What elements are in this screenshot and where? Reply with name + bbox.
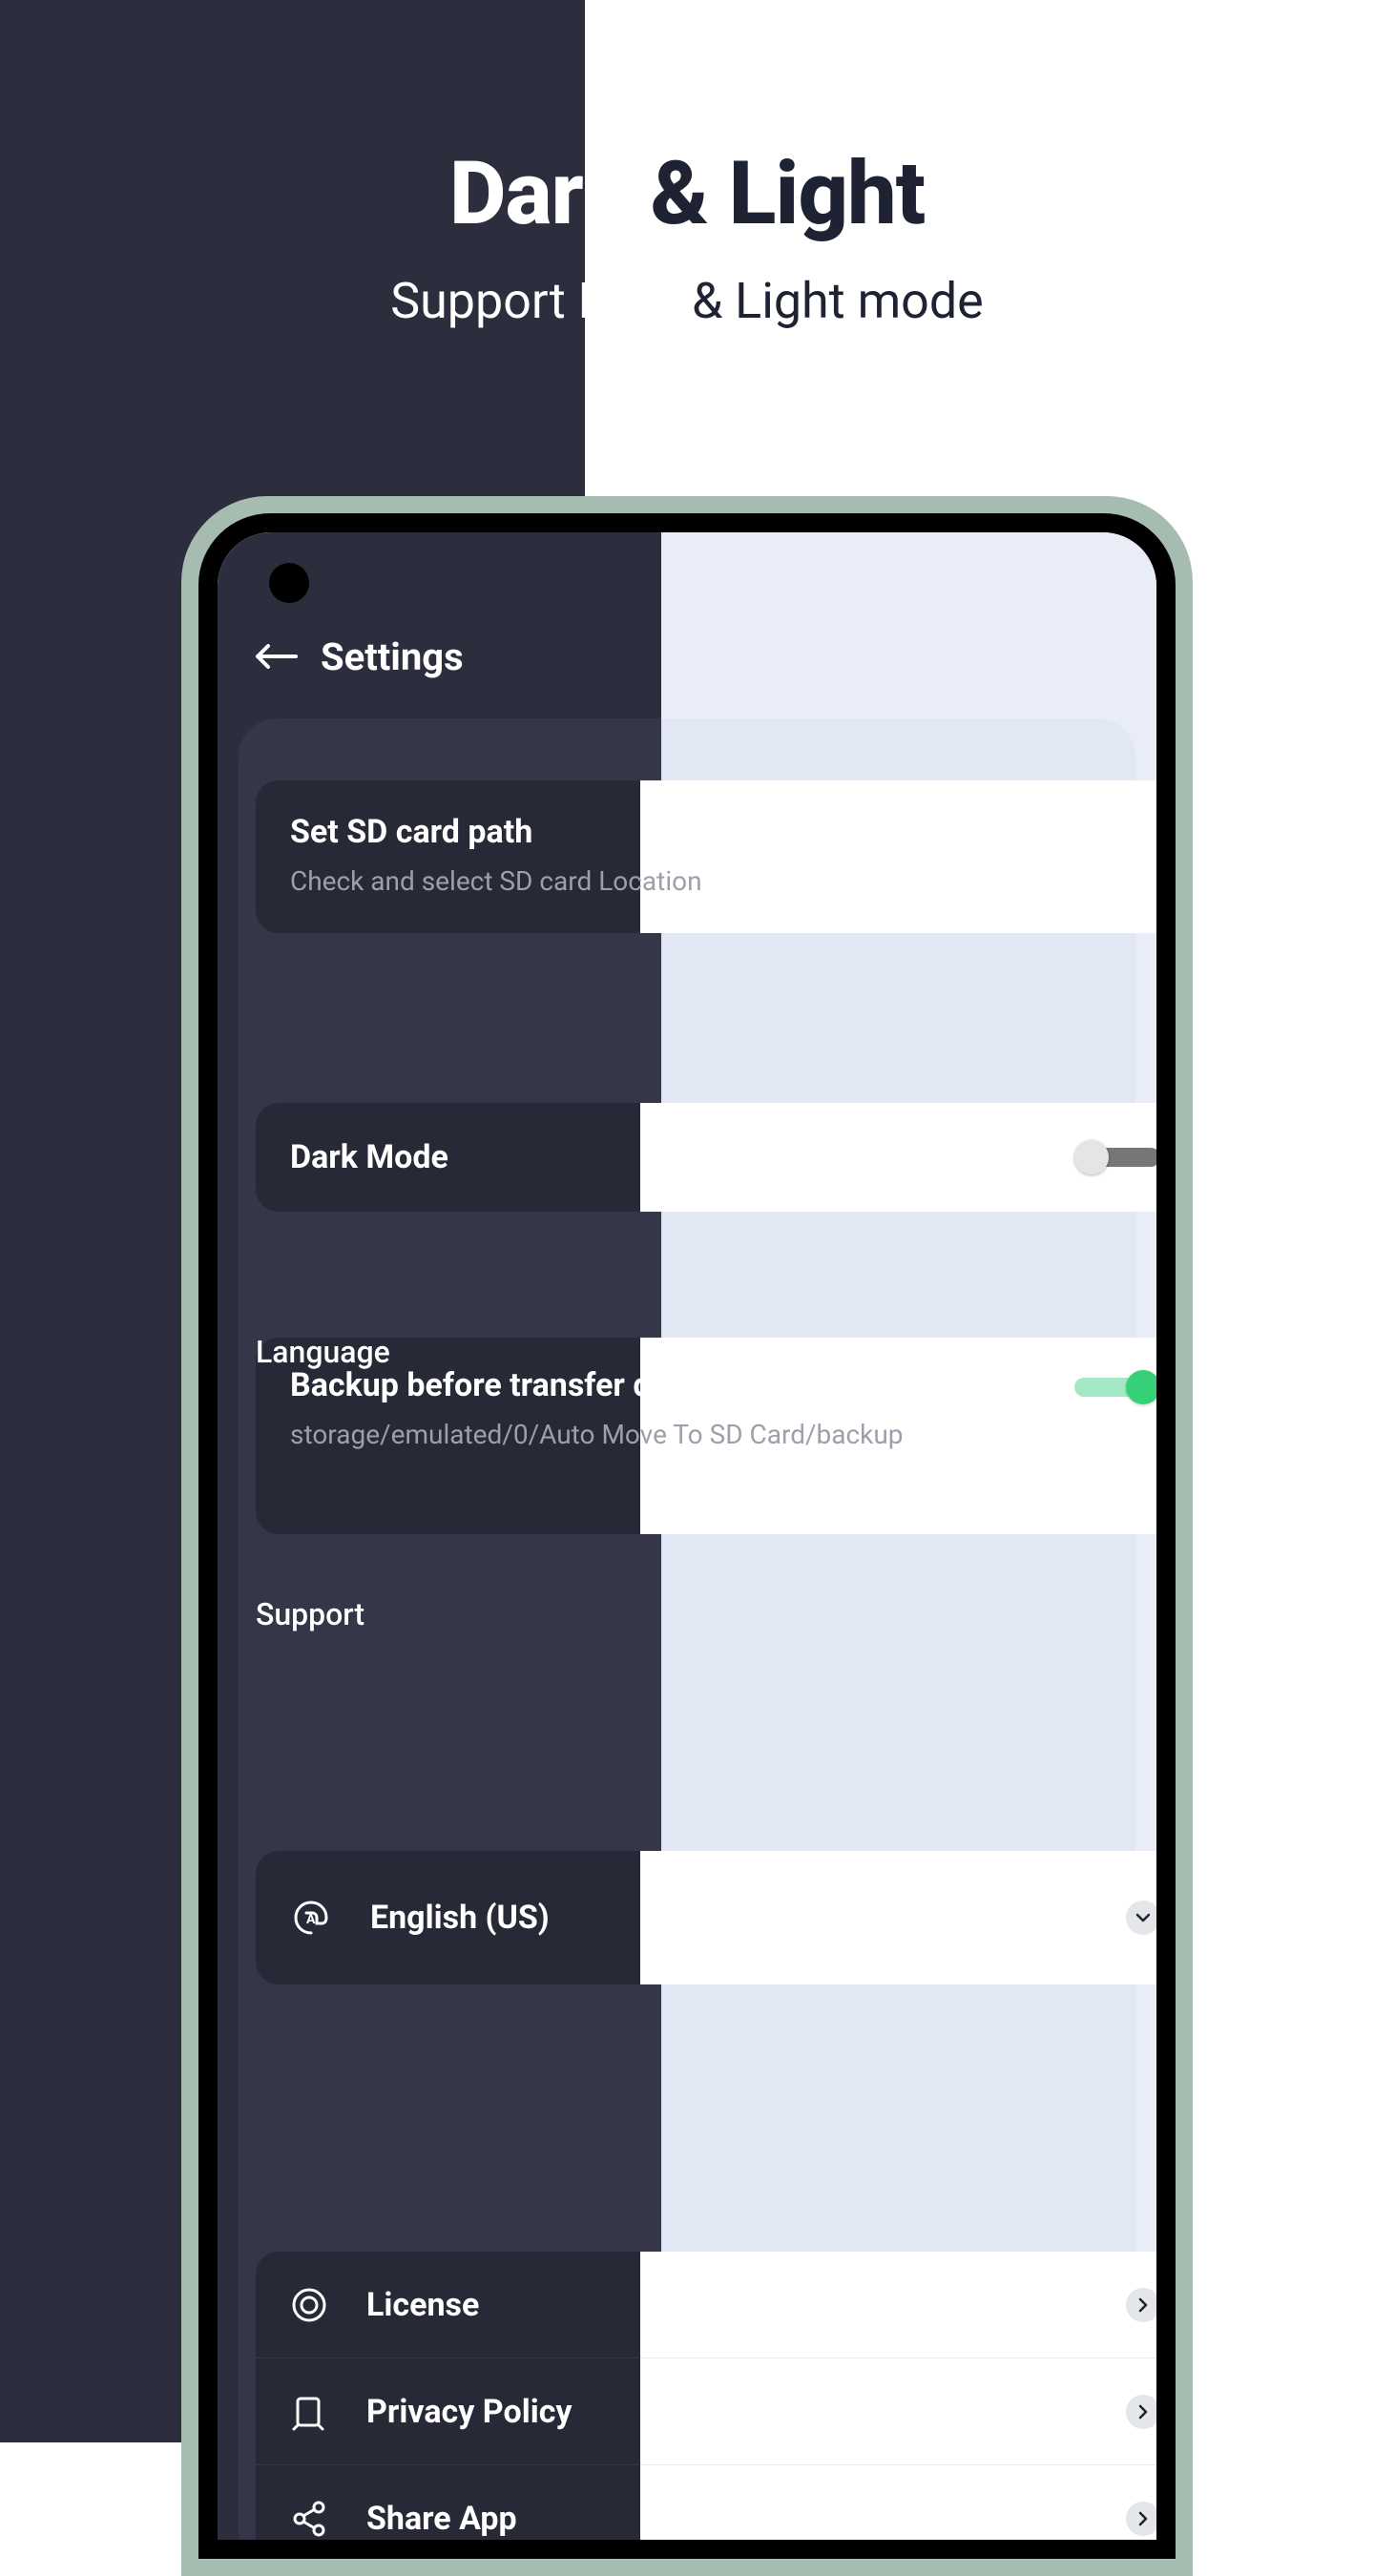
phone-frame: Settings Set SD card path Check and sele… [181, 496, 1193, 2576]
share-label: Share App [366, 2500, 1126, 2538]
header-bar: Settings [218, 618, 1156, 695]
language-section-label: Language [256, 1334, 390, 1370]
language-icon: A [290, 1897, 332, 1939]
backup-subtitle: storage/emulated/0/Auto Move To SD Card/… [290, 1416, 1055, 1453]
share-icon [290, 2500, 328, 2538]
sd-card-title: Set SD card path [290, 813, 1156, 851]
chevron-right-icon [1126, 2288, 1156, 2322]
hero-title-right: & Light [650, 143, 925, 245]
share-row[interactable]: Share App [256, 2465, 1156, 2540]
support-list: License Privacy Policy [256, 2252, 1156, 2540]
language-selector[interactable]: A English (US) [256, 1851, 1156, 1984]
hero-title: Dark & Light [0, 143, 1374, 245]
license-label: License [366, 2286, 1126, 2324]
hero-title-left: Dark [449, 143, 651, 245]
privacy-label: Privacy Policy [366, 2393, 1126, 2431]
dark-mode-item[interactable]: Dark Mode [256, 1103, 1156, 1212]
privacy-icon [290, 2393, 328, 2431]
hero-subtitle-left: Support Dark [390, 272, 692, 330]
dark-mode-toggle[interactable] [1074, 1140, 1156, 1174]
backup-item[interactable]: Backup before transfer data storage/emul… [256, 1338, 1156, 1534]
chevron-right-icon [1126, 2502, 1156, 2536]
hero-subtitle-right: & Light mode [692, 272, 984, 330]
phone-screen: Settings Set SD card path Check and sele… [218, 532, 1156, 2540]
backup-title: Backup before transfer data [290, 1366, 1055, 1404]
sd-card-subtitle: Check and select SD card Location [290, 862, 1156, 900]
back-arrow-icon[interactable] [256, 644, 298, 669]
hero-subtitle: Support Dark & Light mode [0, 272, 1374, 330]
dark-mode-title: Dark Mode [290, 1138, 448, 1176]
phone-bezel: Settings Set SD card path Check and sele… [198, 513, 1176, 2559]
svg-text:A: A [306, 1912, 316, 1927]
chevron-right-icon [1126, 2395, 1156, 2429]
language-selected: English (US) [370, 1899, 1126, 1937]
privacy-row[interactable]: Privacy Policy [256, 2358, 1156, 2465]
chevron-down-icon [1126, 1901, 1156, 1935]
sd-card-path-item[interactable]: Set SD card path Check and select SD car… [256, 780, 1156, 933]
support-section-label: Support [256, 1596, 364, 1632]
license-icon [290, 2286, 328, 2324]
hero-section: Dark & Light Support Dark & Light mode [0, 0, 1374, 330]
backup-toggle[interactable] [1074, 1370, 1156, 1404]
license-row[interactable]: License [256, 2252, 1156, 2358]
camera-hole [269, 563, 309, 603]
page-title: Settings [321, 634, 464, 679]
